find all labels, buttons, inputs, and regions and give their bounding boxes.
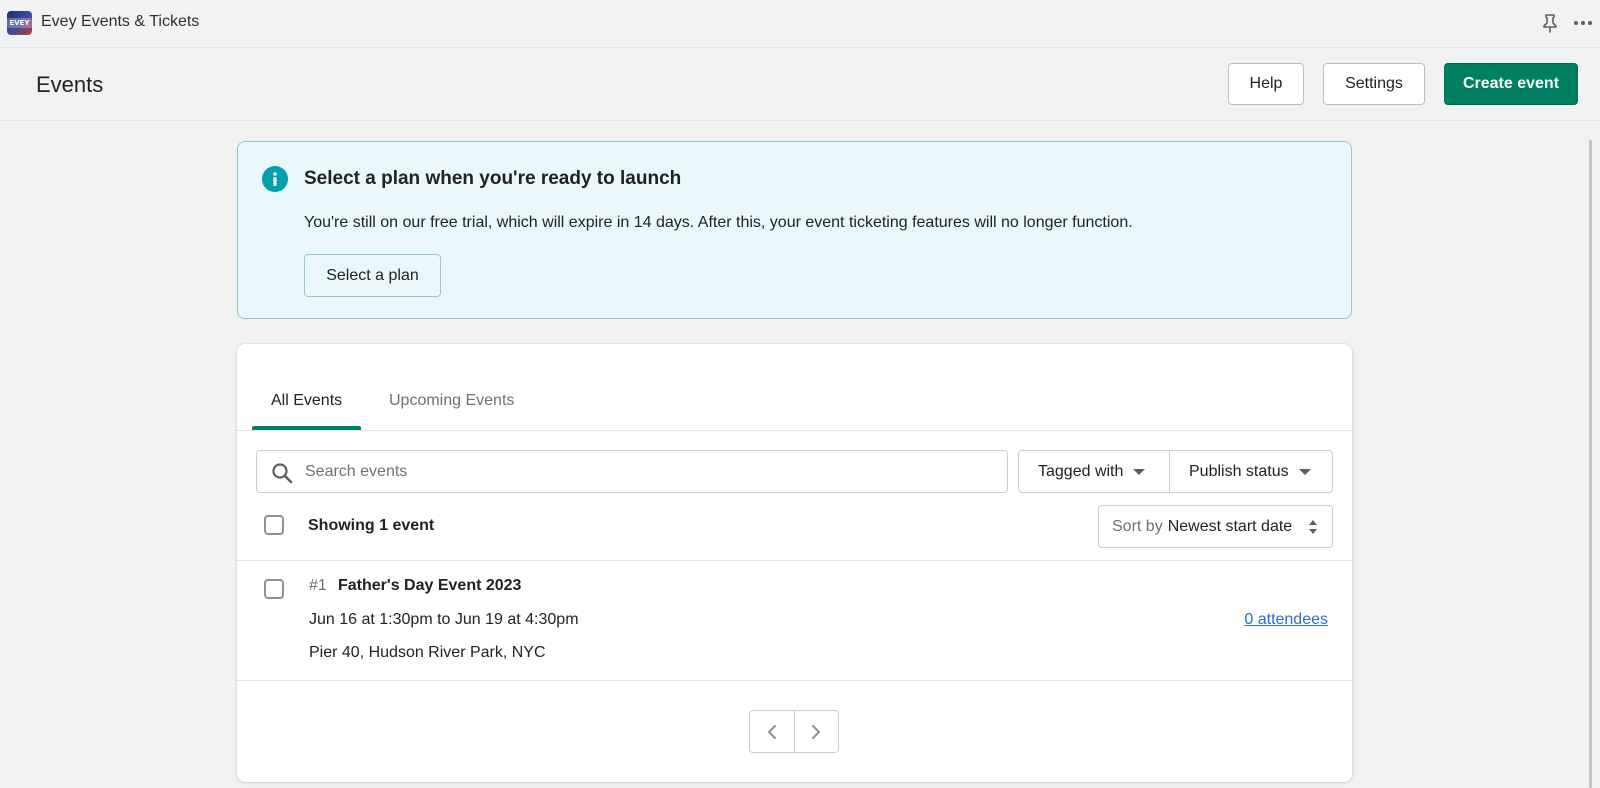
event-tabs: All Events Upcoming Events: [237, 344, 1352, 431]
search-field[interactable]: [256, 450, 1008, 493]
caret-down-icon: [1298, 468, 1311, 475]
scrollbar[interactable]: [1589, 140, 1592, 788]
select-plan-button[interactable]: Select a plan: [304, 254, 441, 297]
tab-all-events[interactable]: All Events: [271, 392, 342, 410]
app-logo-text: EVEY: [7, 18, 32, 28]
help-button[interactable]: Help: [1228, 63, 1304, 105]
previous-page-button[interactable]: [750, 711, 794, 752]
event-number: #1: [309, 577, 327, 594]
event-row-checkbox[interactable]: [264, 579, 284, 599]
select-all-checkbox[interactable]: [264, 515, 284, 535]
event-name[interactable]: Father's Day Event 2023: [338, 577, 521, 595]
settings-button[interactable]: Settings: [1323, 63, 1425, 105]
app-logo: EVEY: [7, 11, 32, 35]
pin-icon[interactable]: [1541, 13, 1559, 33]
tagged-with-label: Tagged with: [1038, 462, 1124, 480]
banner-text: You're still on our free trial, which wi…: [304, 214, 1133, 231]
sort-value: Newest start date: [1167, 517, 1293, 535]
sort-arrows-icon: [1309, 520, 1317, 534]
sort-label: Sort by: [1112, 517, 1163, 535]
next-page-button[interactable]: [793, 711, 838, 752]
search-input[interactable]: [305, 452, 995, 491]
trial-banner: Select a plan when you're ready to launc…: [237, 141, 1352, 319]
chevron-right-icon: [812, 724, 821, 739]
tagged-with-filter[interactable]: Tagged with: [1018, 450, 1170, 493]
create-event-button[interactable]: Create event: [1444, 63, 1578, 105]
publish-status-filter[interactable]: Publish status: [1169, 450, 1333, 493]
search-icon: [272, 463, 293, 484]
pagination: [749, 710, 839, 753]
more-options-icon[interactable]: [1572, 13, 1594, 33]
page-header: Events Help Settings Create event: [0, 48, 1600, 121]
showing-count: Showing 1 event: [308, 517, 435, 534]
app-title: Evey Events & Tickets: [41, 13, 200, 30]
sort-select[interactable]: Sort by Newest start date: [1098, 505, 1333, 548]
info-icon: [262, 166, 288, 192]
banner-title: Select a plan when you're ready to launc…: [304, 168, 682, 189]
tab-selected-indicator: [252, 426, 361, 430]
event-location: Pier 40, Hudson River Park, NYC: [309, 644, 546, 661]
app-title-bar: EVEY Evey Events & Tickets: [0, 0, 1600, 48]
chevron-left-icon: [767, 724, 776, 739]
publish-status-label: Publish status: [1189, 462, 1289, 480]
row-divider: [237, 680, 1352, 681]
event-dates: Jun 16 at 1:30pm to Jun 19 at 4:30pm: [309, 611, 579, 628]
events-card: All Events Upcoming Events Tagged with P…: [237, 344, 1352, 782]
attendees-link[interactable]: 0 attendees: [1244, 611, 1328, 629]
caret-down-icon: [1133, 468, 1146, 475]
tab-upcoming-events[interactable]: Upcoming Events: [389, 392, 514, 410]
row-divider: [237, 560, 1352, 561]
page-title: Events: [36, 72, 104, 97]
